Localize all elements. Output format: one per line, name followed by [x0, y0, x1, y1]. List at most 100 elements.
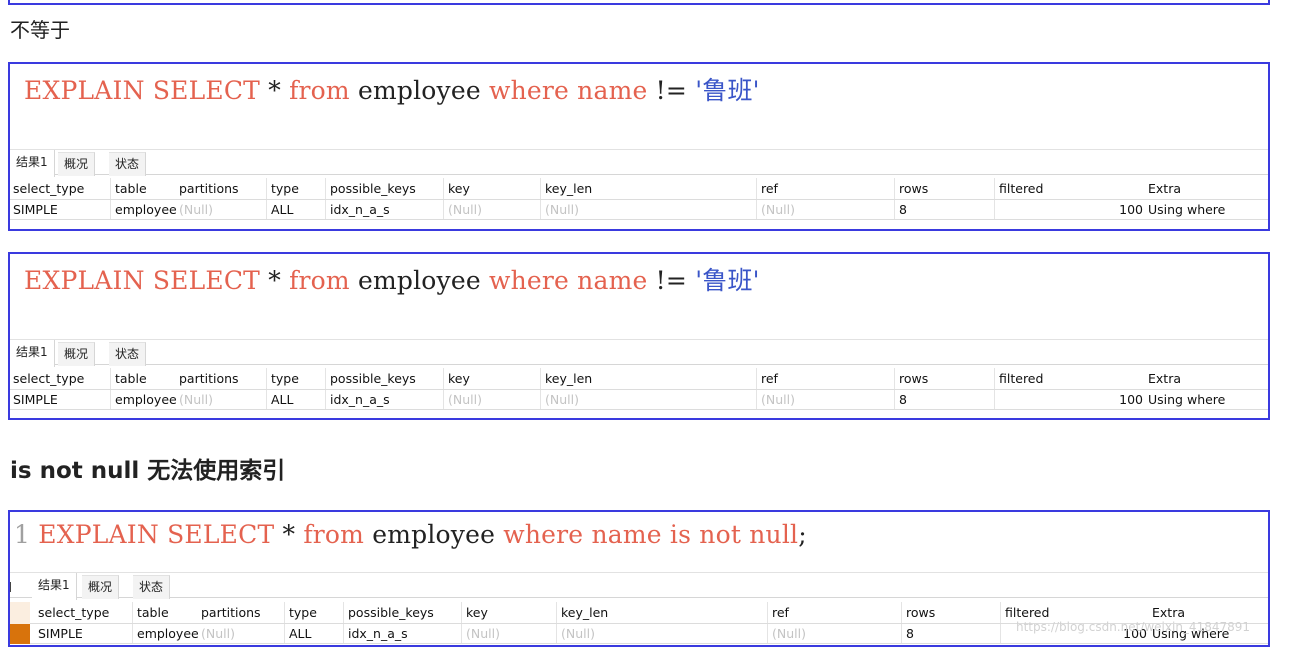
section-heading-not-equal: 不等于 [10, 18, 70, 42]
sql-token: * [260, 76, 290, 105]
sql-editor[interactable]: EXPLAIN SELECT * from employee where nam… [24, 71, 760, 107]
result-grid: select_type table partitions type possib… [10, 368, 1268, 410]
column-header[interactable]: partitions [201, 602, 261, 623]
sql-terminator: ; [798, 520, 807, 549]
tab-status[interactable]: 状态 [109, 342, 147, 366]
cell-select-type: SIMPLE [13, 202, 58, 217]
tab-status[interactable]: 状态 [109, 152, 147, 176]
sql-operator: != [647, 76, 696, 105]
sql-token: * [260, 266, 290, 295]
row-gutter-header [10, 602, 30, 624]
cell-rows: 8 [899, 202, 907, 217]
row-selector[interactable] [10, 624, 30, 644]
sql-editor[interactable]: 1 EXPLAIN SELECT * from employee where n… [14, 520, 807, 549]
column-header[interactable]: partitions [179, 178, 239, 199]
sql-keyword: from [303, 520, 365, 549]
cell-ref: (Null) [772, 626, 806, 641]
tab-overview[interactable]: 概况 [58, 152, 96, 176]
column-header[interactable]: rows [899, 178, 928, 199]
tab-result-1[interactable]: 结果1 [10, 150, 55, 177]
column-header[interactable]: key_len [545, 368, 592, 389]
table-header-row: select_type table partitions type possib… [10, 368, 1268, 390]
sql-editor[interactable]: EXPLAIN SELECT * from employee where nam… [24, 261, 760, 297]
cell-rows: 8 [906, 626, 914, 641]
cell-ref: (Null) [761, 202, 795, 217]
column-header[interactable]: Extra [1148, 178, 1181, 199]
result-grid: select_type table partitions type possib… [10, 178, 1268, 220]
tab-overview[interactable]: 概况 [58, 342, 96, 366]
sql-string-literal: '鲁班' [695, 266, 760, 295]
cell-type: ALL [289, 626, 312, 641]
cell-partitions: (Null) [179, 392, 213, 407]
column-header[interactable]: key [466, 602, 488, 623]
table-header-row: select_type table partitions type possib… [10, 178, 1268, 200]
column-header[interactable]: filtered [999, 368, 1043, 389]
cell-extra: Using where [1148, 392, 1226, 407]
table-row[interactable]: SIMPLE employee (Null) ALL idx_n_a_s (Nu… [10, 390, 1268, 410]
cell-table: employee [115, 202, 177, 217]
column-header[interactable]: possible_keys [330, 178, 416, 199]
cell-key: (Null) [448, 202, 482, 217]
cell-table: employee [115, 392, 177, 407]
cell-type: ALL [271, 392, 294, 407]
result-tabbar: 结果1 概况 状态 [10, 149, 1268, 177]
sql-keyword: from [289, 76, 350, 105]
column-header[interactable]: key [448, 178, 470, 199]
column-header[interactable]: possible_keys [330, 368, 416, 389]
sql-keyword: where name [489, 266, 648, 295]
cell-select-type: SIMPLE [13, 392, 58, 407]
cell-key-len: (Null) [545, 202, 579, 217]
sql-table-name: employee [364, 520, 504, 549]
column-header[interactable]: possible_keys [348, 602, 434, 623]
cell-key-len: (Null) [561, 626, 595, 641]
watermark: https://blog.csdn.net/weixin_41847891 [1016, 620, 1251, 634]
previous-panel-edge [8, 0, 1270, 5]
column-header[interactable]: select_type [13, 178, 84, 199]
cell-partitions: (Null) [201, 626, 235, 641]
tab-status[interactable]: 状态 [133, 575, 171, 599]
column-header[interactable]: select_type [13, 368, 84, 389]
column-header[interactable]: type [271, 178, 299, 199]
column-header[interactable]: Extra [1148, 368, 1181, 389]
tab-overview[interactable]: 概况 [82, 575, 120, 599]
cell-possible-keys: idx_n_a_s [330, 392, 390, 407]
cell-table: employee [137, 626, 199, 641]
column-header[interactable]: key_len [561, 602, 608, 623]
column-header[interactable]: table [137, 602, 169, 623]
sql-keyword: EXPLAIN SELECT [24, 266, 261, 295]
cell-type: ALL [271, 202, 294, 217]
column-header[interactable]: type [271, 368, 299, 389]
cell-possible-keys: idx_n_a_s [348, 626, 408, 641]
column-header[interactable]: rows [899, 368, 928, 389]
query-result-panel-2: EXPLAIN SELECT * from employee where nam… [8, 252, 1270, 420]
cell-extra: Using where [1148, 202, 1226, 217]
column-header[interactable]: rows [906, 602, 935, 623]
column-header[interactable]: key [448, 368, 470, 389]
cell-partitions: (Null) [179, 202, 213, 217]
sql-table-name: employee [349, 266, 489, 295]
column-header[interactable]: select_type [38, 602, 109, 623]
line-number: 1 [14, 520, 31, 549]
cell-ref: (Null) [761, 392, 795, 407]
column-header[interactable]: ref [761, 178, 778, 199]
table-row[interactable]: SIMPLE employee (Null) ALL idx_n_a_s (Nu… [10, 200, 1268, 220]
cell-key: (Null) [466, 626, 500, 641]
column-header[interactable]: partitions [179, 368, 239, 389]
sql-token: * [274, 520, 304, 549]
sql-keyword: EXPLAIN SELECT [24, 76, 261, 105]
result-tabbar: 结果1 概况 状态 [10, 572, 1268, 600]
cell-possible-keys: idx_n_a_s [330, 202, 390, 217]
column-header[interactable]: filtered [999, 178, 1043, 199]
cell-rows: 8 [899, 392, 907, 407]
sql-keyword: EXPLAIN SELECT [38, 520, 275, 549]
section-heading-is-not-null: is not null 无法使用索引 [10, 458, 286, 484]
column-header[interactable]: table [115, 178, 147, 199]
column-header[interactable]: table [115, 368, 147, 389]
column-header[interactable]: type [289, 602, 317, 623]
tab-result-1[interactable]: 结果1 [32, 573, 77, 600]
column-header[interactable]: ref [761, 368, 778, 389]
column-header[interactable]: ref [772, 602, 789, 623]
cell-filtered: 100 [1119, 392, 1143, 407]
column-header[interactable]: key_len [545, 178, 592, 199]
tab-result-1[interactable]: 结果1 [10, 340, 55, 367]
